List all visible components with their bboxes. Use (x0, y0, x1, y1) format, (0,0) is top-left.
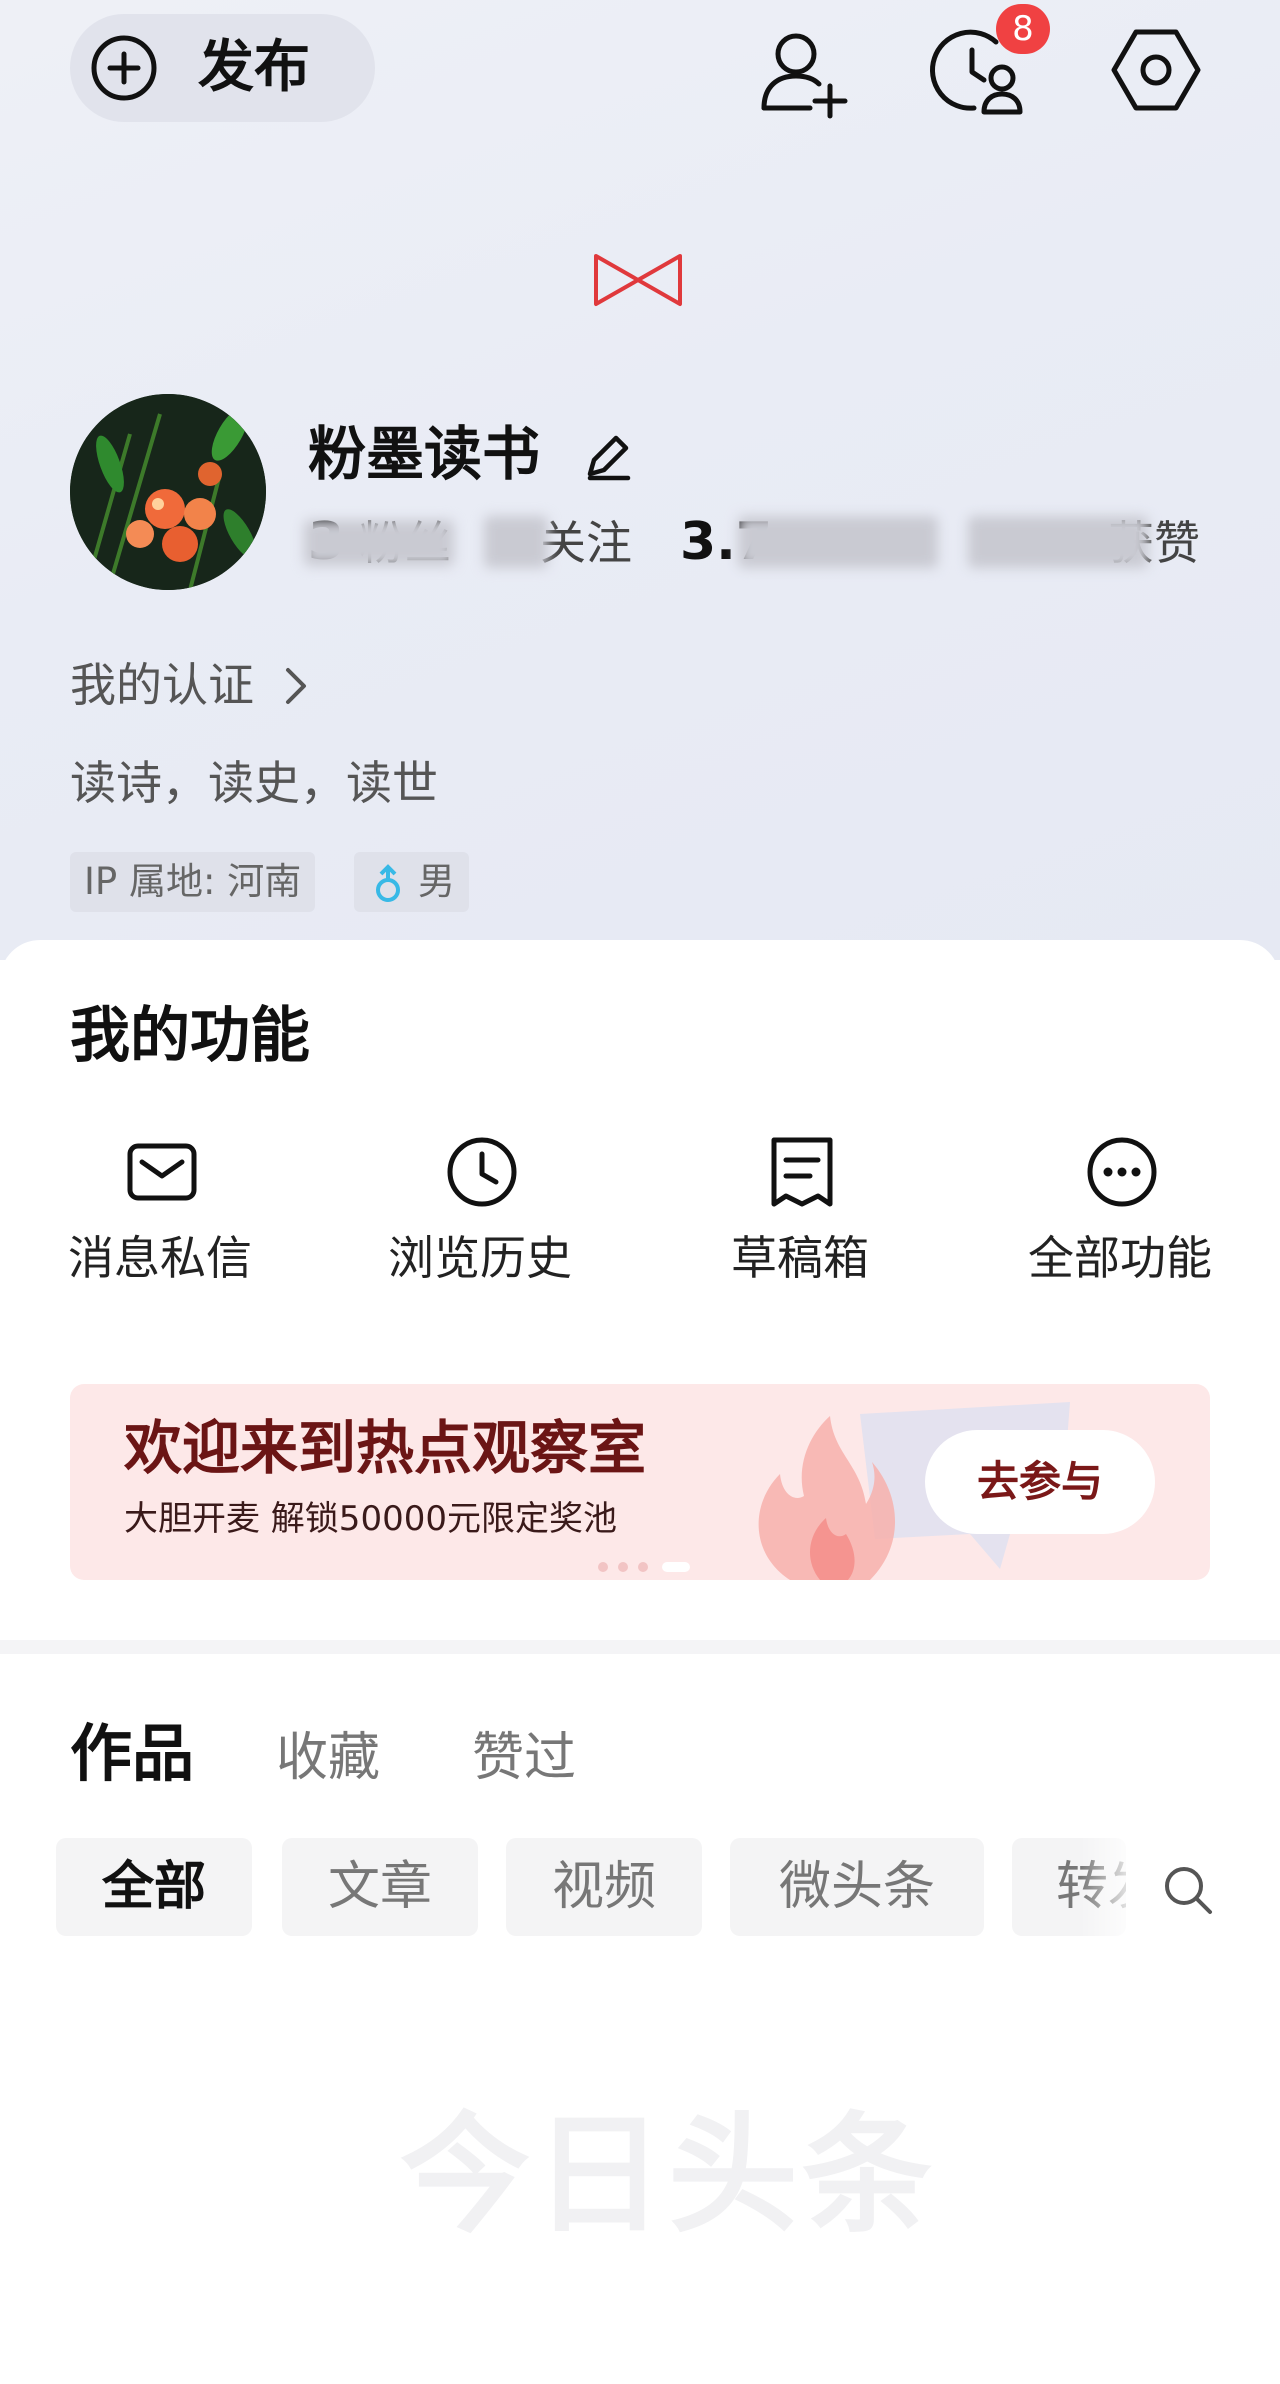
bio-text: 读诗，读史，读世 (70, 756, 438, 810)
feature-all[interactable]: 全部功能 (960, 1134, 1280, 1294)
feature-label: 全部功能 (1028, 1231, 1212, 1285)
feature-messages[interactable]: 消息私信 (0, 1134, 320, 1294)
chip-all[interactable]: 全部 (56, 1838, 252, 1936)
pagination-dot-active (662, 1562, 690, 1572)
banner-title: 欢迎来到热点观察室 (124, 1414, 647, 1482)
publish-button[interactable]: 发布 (70, 14, 375, 122)
brand-watermark: 今日头条 (400, 2099, 937, 2251)
nickname: 粉墨读书 (308, 420, 541, 488)
ip-location-tag: IP 属地: 河南 (70, 852, 316, 912)
chip-videos[interactable]: 视频 (506, 1838, 702, 1936)
blur-mask (968, 516, 1148, 568)
mail-icon (127, 1143, 197, 1201)
male-icon (376, 864, 400, 902)
profile-stats: 3 粉丝 关注 3.7 获赞 (304, 510, 1208, 574)
bowtie-icon (594, 254, 682, 306)
blur-mask (304, 520, 454, 566)
gender-label: 男 (418, 860, 455, 903)
feature-label: 浏览历史 (388, 1231, 572, 1285)
feature-label: 消息私信 (68, 1231, 252, 1285)
publish-label: 发布 (198, 35, 310, 100)
chevron-right-icon (286, 668, 306, 704)
add-friend-icon[interactable] (752, 20, 852, 120)
join-button[interactable]: 去参与 (925, 1430, 1155, 1534)
feature-drafts[interactable]: 草稿箱 (640, 1134, 960, 1294)
more-icon (1087, 1137, 1157, 1207)
banner-pagination (598, 1562, 698, 1572)
feature-history[interactable]: 浏览历史 (320, 1134, 640, 1294)
pagination-dot (618, 1562, 628, 1572)
functions-title: 我的功能 (70, 1001, 310, 1071)
notification-badge: 8 (996, 4, 1050, 54)
verification-link[interactable]: 我的认证 (70, 650, 254, 720)
banner-subtitle: 大胆开麦 解锁50000元限定奖池 (124, 1499, 617, 1539)
plus-circle-icon (91, 35, 157, 101)
blur-mask (738, 516, 938, 568)
chip-articles[interactable]: 文章 (282, 1838, 478, 1936)
chip-micro-posts[interactable]: 微头条 (730, 1838, 984, 1936)
tab-works[interactable]: 作品 (70, 1714, 194, 1794)
tab-liked[interactable]: 赞过 (472, 1718, 576, 1798)
blur-mask (484, 516, 548, 568)
pagination-dot (598, 1562, 608, 1572)
section-divider (0, 1640, 1280, 1654)
pagination-dot (638, 1562, 648, 1572)
clock-icon (447, 1137, 517, 1207)
feature-label: 草稿箱 (731, 1231, 869, 1285)
tab-favorites[interactable]: 收藏 (276, 1718, 380, 1798)
settings-hexagon-icon[interactable] (1106, 20, 1206, 120)
chip-scroll-fade (1080, 1830, 1140, 1940)
edit-pencil-icon[interactable] (580, 428, 636, 484)
draft-icon (771, 1137, 833, 1207)
avatar-flower-image (70, 394, 266, 590)
search-icon[interactable] (1160, 1862, 1216, 1918)
avatar[interactable] (70, 394, 266, 590)
promo-banner[interactable]: 欢迎来到热点观察室 大胆开麦 解锁50000元限定奖池 去参与 (70, 1384, 1210, 1580)
